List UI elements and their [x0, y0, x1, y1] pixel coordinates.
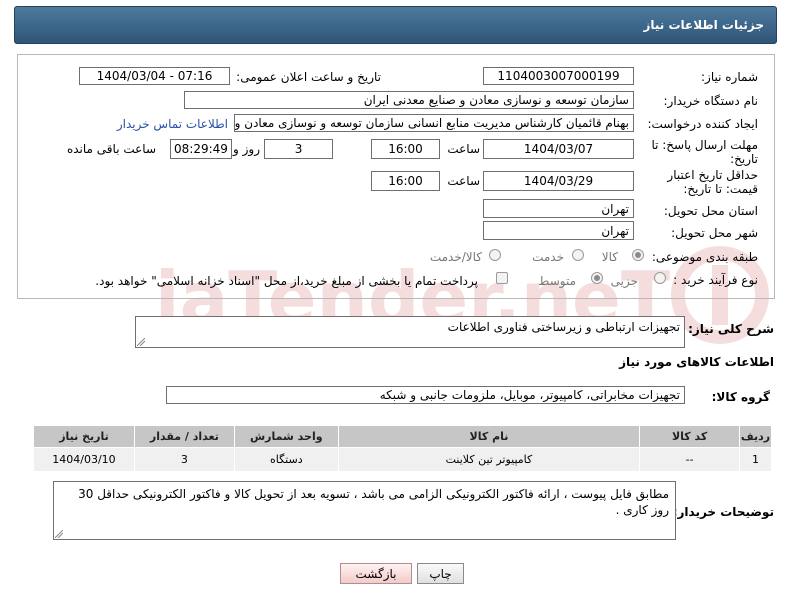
col-qty: تعداد / مقدار: [133, 425, 235, 448]
days-label: روز و: [233, 142, 260, 156]
category-service-label: خدمت: [532, 250, 564, 264]
category-both-radio[interactable]: [489, 249, 501, 261]
goods-table-header: ردیف کد کالا نام کالا واحد شمارش تعداد /…: [33, 425, 772, 448]
category-goods-label: کالا: [601, 250, 618, 264]
price-valid-hour-label: ساعت: [447, 174, 480, 188]
col-code: کد کالا: [639, 425, 741, 448]
cell-row: 1: [739, 447, 772, 472]
treasury-payment-checkbox[interactable]: [496, 272, 508, 284]
deadline-time-field: 16:00: [371, 139, 440, 159]
city-field: تهران: [483, 221, 634, 240]
cell-code: --: [639, 447, 741, 472]
process-medium-label: متوسط: [538, 274, 576, 288]
need-number-field: 1104003007000199: [483, 67, 634, 85]
description-label: شرح کلی نیاز:: [688, 322, 774, 336]
process-minor-label: جزیی: [610, 274, 638, 288]
buyer-org-field: سازمان توسعه و نوسازی معادن و صنایع معدن…: [184, 91, 634, 109]
description-textarea[interactable]: تجهیزات ارتباطی و زیرساختی فناوری اطلاعا…: [135, 316, 685, 348]
col-unit: واحد شمارش: [233, 425, 339, 448]
buyer-notes-text: مطابق فایل پیوست ، ارائه فاکتور الکترونی…: [78, 487, 669, 517]
buyer-notes-label: توضیحات خریدار:: [672, 505, 774, 519]
buyer-notes-textarea[interactable]: مطابق فایل پیوست ، ارائه فاکتور الکترونی…: [53, 481, 676, 540]
cell-name: کامپیوتر تین کلاینت: [337, 447, 641, 472]
goods-group-field: تجهیزات مخابراتی، کامپیوتر، موبایل، ملزو…: [166, 386, 685, 404]
page-title: جزئیات اطلاعات نیاز: [643, 18, 764, 32]
table-row: 1 -- کامپیوتر تین کلاینت دستگاه 3 1404/0…: [33, 447, 772, 472]
buyer-org-label: نام دستگاه خریدار:: [663, 94, 759, 108]
goods-section-title: اطلاعات کالاهای مورد نیاز: [619, 355, 774, 369]
deadline-date-field: 1404/03/07: [483, 139, 634, 159]
goods-table: ردیف کد کالا نام کالا واحد شمارش تعداد /…: [33, 425, 772, 472]
col-row: ردیف: [739, 425, 772, 448]
announce-label: تاریخ و ساعت اعلان عمومی:: [236, 70, 381, 84]
cell-unit: دستگاه: [233, 447, 339, 472]
resize-handle-icon[interactable]: [137, 338, 145, 346]
page-header: جزئیات اطلاعات نیاز: [14, 6, 777, 44]
process-medium-radio[interactable]: [591, 272, 603, 284]
col-date: تاریخ نیاز: [33, 425, 135, 448]
cell-qty: 3: [133, 447, 235, 472]
price-valid-date-field: 1404/03/29: [483, 171, 634, 191]
province-label: استان محل تحویل:: [663, 204, 758, 218]
need-number-label: شماره نیاز:: [701, 70, 758, 84]
category-label: طبقه بندی موضوعی:: [651, 250, 758, 264]
province-field: تهران: [483, 199, 634, 218]
back-button[interactable]: بازگشت: [340, 563, 412, 584]
price-valid-time-field: 16:00: [371, 171, 440, 191]
category-service-radio[interactable]: [572, 249, 584, 261]
category-goods-radio[interactable]: [632, 249, 644, 261]
cell-date: 1404/03/10: [33, 447, 135, 472]
days-field: 3: [264, 139, 333, 159]
process-label: نوع فرآیند خرید :: [673, 273, 758, 287]
process-minor-radio[interactable]: [654, 272, 666, 284]
creator-field: بهنام قائمیان کارشناس مدیریت منابع انسان…: [234, 114, 634, 132]
buyer-contact-link[interactable]: اطلاعات تماس خریدار: [117, 117, 228, 131]
print-button[interactable]: چاپ: [417, 563, 464, 584]
city-label: شهر محل تحویل:: [671, 226, 758, 240]
remaining-time-field: 08:29:49: [170, 139, 232, 159]
category-both-label: کالا/خدمت: [429, 250, 482, 264]
deadline-label: مهلت ارسال پاسخ: تا تاریخ:: [651, 138, 758, 166]
deadline-hour-label: ساعت: [447, 142, 480, 156]
treasury-payment-note: پرداخت تمام یا بخشی از مبلغ خرید،از محل …: [95, 274, 478, 288]
col-name: نام کالا: [337, 425, 641, 448]
creator-label: ایجاد کننده درخواست:: [647, 117, 758, 131]
remaining-label: ساعت باقی مانده: [66, 142, 156, 156]
announce-date-field: 1404/03/04 - 07:16: [79, 67, 230, 85]
resize-handle-icon[interactable]: [55, 530, 63, 538]
price-valid-label: حداقل تاریخ اعتبار قیمت: تا تاریخ:: [667, 168, 758, 196]
goods-group-label: گروه کالا:: [711, 390, 770, 404]
description-text: تجهیزات ارتباطی و زیرساختی فناوری اطلاعا…: [447, 320, 680, 334]
